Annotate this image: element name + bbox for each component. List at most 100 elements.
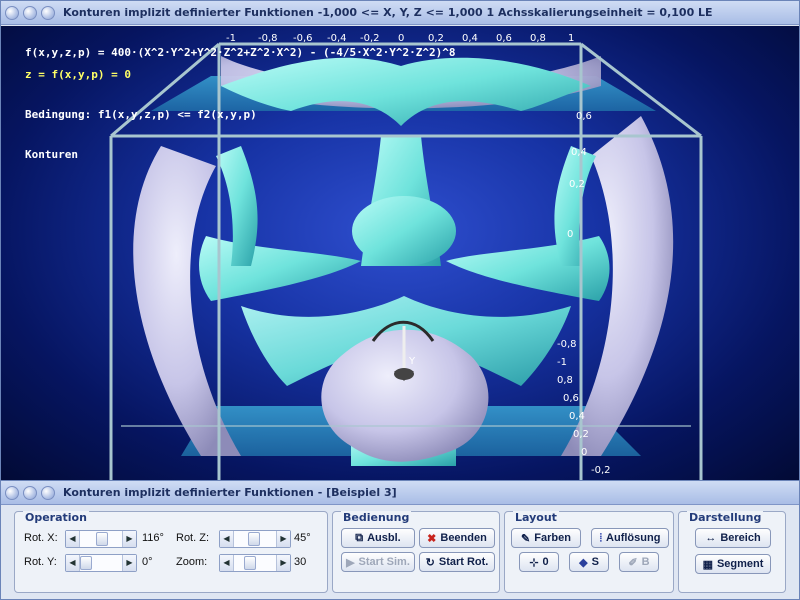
zoom-value: 30 [294, 556, 307, 568]
rot-x-slider[interactable]: ◀ ▶ [65, 530, 137, 548]
start-sim-label: Start Sim. [358, 556, 410, 568]
tick-label: 0,2 [573, 429, 589, 440]
tick-label: 0,2 [569, 179, 585, 190]
slider-right-icon[interactable]: ▶ [276, 531, 290, 547]
tick-label: 0 [398, 33, 405, 44]
rot-x-label: Rot. X: [24, 532, 58, 544]
rotate-icon: ↻ [425, 556, 435, 569]
minimize-icon[interactable] [23, 485, 37, 500]
b-button[interactable]: ✐ B [619, 552, 659, 572]
y-axis-label: Y [409, 356, 416, 367]
tick-label: -0,8 [258, 33, 278, 44]
tick-label: 0 [567, 229, 574, 240]
bedienung-title: Bedienung [341, 511, 412, 524]
control-panel-window: Konturen implizit definierter Funktionen… [0, 480, 800, 600]
farben-label: Farben [534, 532, 571, 544]
beenden-button[interactable]: ✖ Beenden [419, 528, 495, 548]
layout-group: Layout ✎ Farben ⦙ Auflösung ⊹ 0 ◆ S ✐ B [504, 511, 674, 593]
bereich-button[interactable]: ↔ Bereich [695, 528, 771, 548]
axis-cone [394, 368, 414, 380]
slider-right-icon[interactable]: ▶ [122, 531, 136, 547]
slider-right-icon[interactable]: ▶ [122, 555, 136, 571]
rot-z-slider[interactable]: ◀ ▶ [219, 530, 291, 548]
start-rot-button[interactable]: ↻ Start Rot. [419, 552, 495, 572]
aufloesung-label: Auflösung [606, 532, 661, 544]
tick-label: 0,4 [569, 411, 585, 422]
tick-label: -0,8 [557, 339, 577, 350]
condition-text: Bedingung: f1(x,y,z,p) <= f2(x,y,p) [25, 108, 257, 121]
panel-window-title: Konturen implizit definierter Funktionen… [63, 486, 397, 499]
slider-thumb[interactable] [244, 556, 256, 570]
main-window: Konturen implizit definierter Funktionen… [0, 0, 800, 480]
brush-icon: ✐ [628, 556, 638, 569]
3d-plot [109, 42, 703, 480]
origin-button[interactable]: ⊹ 0 [519, 552, 559, 572]
slider-thumb[interactable] [96, 532, 108, 546]
zoom-slider[interactable]: ◀ ▶ [219, 554, 291, 572]
segment-button[interactable]: ▦ Segment [695, 554, 771, 574]
cube-icon: ◆ [579, 556, 588, 569]
formula-text: f(x,y,z,p) = 400·(X^2·Y^2+Y^2·Z^2+Z^2·X^… [25, 46, 456, 59]
darstellung-title: Darstellung [687, 511, 764, 524]
rot-y-slider[interactable]: ◀ ▶ [65, 554, 137, 572]
close-icon: ✖ [427, 532, 437, 545]
farben-button[interactable]: ✎ Farben [511, 528, 581, 548]
range-icon: ↔ [705, 532, 717, 544]
start-sim-button[interactable]: ▶ Start Sim. [341, 552, 415, 572]
tick-label: 0,8 [557, 375, 573, 386]
tick-label: 0,4 [462, 33, 478, 44]
rot-z-label: Rot. Z: [176, 532, 210, 544]
right-tick-labels: 0,6 0,4 0,2 0 -0,8 -1 0,8 0,6 0,4 0,2 0 … [557, 111, 631, 476]
tick-label: 0,8 [530, 33, 546, 44]
segment-label: Segment [716, 558, 764, 570]
left-arm [199, 236, 361, 301]
slider-right-icon[interactable]: ▶ [276, 555, 290, 571]
s-button[interactable]: ◆ S [569, 552, 609, 572]
origin-label: 0 [542, 556, 549, 568]
tick-label: 0,2 [428, 33, 444, 44]
tick-label: -0,2 [360, 33, 380, 44]
aufloesung-button[interactable]: ⦙ Auflösung [591, 528, 669, 548]
maximize-icon[interactable] [41, 485, 55, 500]
tick-label: 0,6 [563, 393, 579, 404]
beenden-label: Beenden [440, 532, 487, 544]
bereich-label: Bereich [720, 532, 761, 544]
top-cyan-sheet [221, 57, 591, 126]
window-menu-icon[interactable] [5, 5, 19, 20]
zoom-label: Zoom: [176, 556, 208, 568]
rot-x-value: 116° [142, 532, 164, 544]
top-tick-labels: -1 -0,8 -0,6 -0,4 -0,2 0 0,2 0,4 0,6 0,8… [226, 33, 586, 47]
grid-icon: ▦ [702, 558, 713, 571]
b-label: B [641, 556, 650, 568]
slider-left-icon[interactable]: ◀ [220, 531, 234, 547]
central-bulb [352, 196, 456, 266]
tick-label: 0,6 [496, 33, 512, 44]
s-label: S [591, 556, 599, 568]
play-icon: ▶ [346, 556, 355, 569]
paint-brush-icon: ✎ [521, 532, 531, 545]
rot-z-value: 45° [294, 532, 311, 544]
minimize-icon[interactable] [23, 5, 37, 20]
main-window-title: Konturen implizit definierter Funktionen… [63, 6, 713, 19]
main-titlebar[interactable]: Konturen implizit definierter Funktionen… [1, 1, 799, 25]
tick-label: -0,2 [591, 465, 611, 476]
resolution-icon: ⦙ [599, 531, 603, 544]
slider-left-icon[interactable]: ◀ [66, 555, 80, 571]
panel-titlebar[interactable]: Konturen implizit definierter Funktionen… [1, 481, 799, 505]
slider-left-icon[interactable]: ◀ [220, 555, 234, 571]
slider-thumb[interactable] [248, 532, 260, 546]
tick-label: 0,4 [571, 147, 587, 158]
slider-thumb[interactable] [80, 556, 92, 570]
crosshair-icon: ⊹ [529, 556, 539, 569]
hide-icon: ⧉ [355, 531, 364, 544]
window-menu-icon[interactable] [5, 485, 19, 500]
operation-group: Operation Rot. X: ◀ ▶ 116° Rot. Z: ◀ ▶ 4… [14, 511, 328, 593]
maximize-icon[interactable] [41, 5, 55, 20]
tick-label: 0 [581, 447, 588, 458]
slider-left-icon[interactable]: ◀ [66, 531, 80, 547]
ausbl-button[interactable]: ⧉ Ausbl. [341, 528, 415, 548]
z-equation-text: z = f(x,y,p) = 0 [25, 68, 131, 81]
plot-area[interactable]: -1 -0,8 -0,6 -0,4 -0,2 0 0,2 0,4 0,6 0,8… [1, 26, 799, 480]
tick-label: -1 [557, 357, 567, 368]
start-rot-label: Start Rot. [438, 556, 489, 568]
